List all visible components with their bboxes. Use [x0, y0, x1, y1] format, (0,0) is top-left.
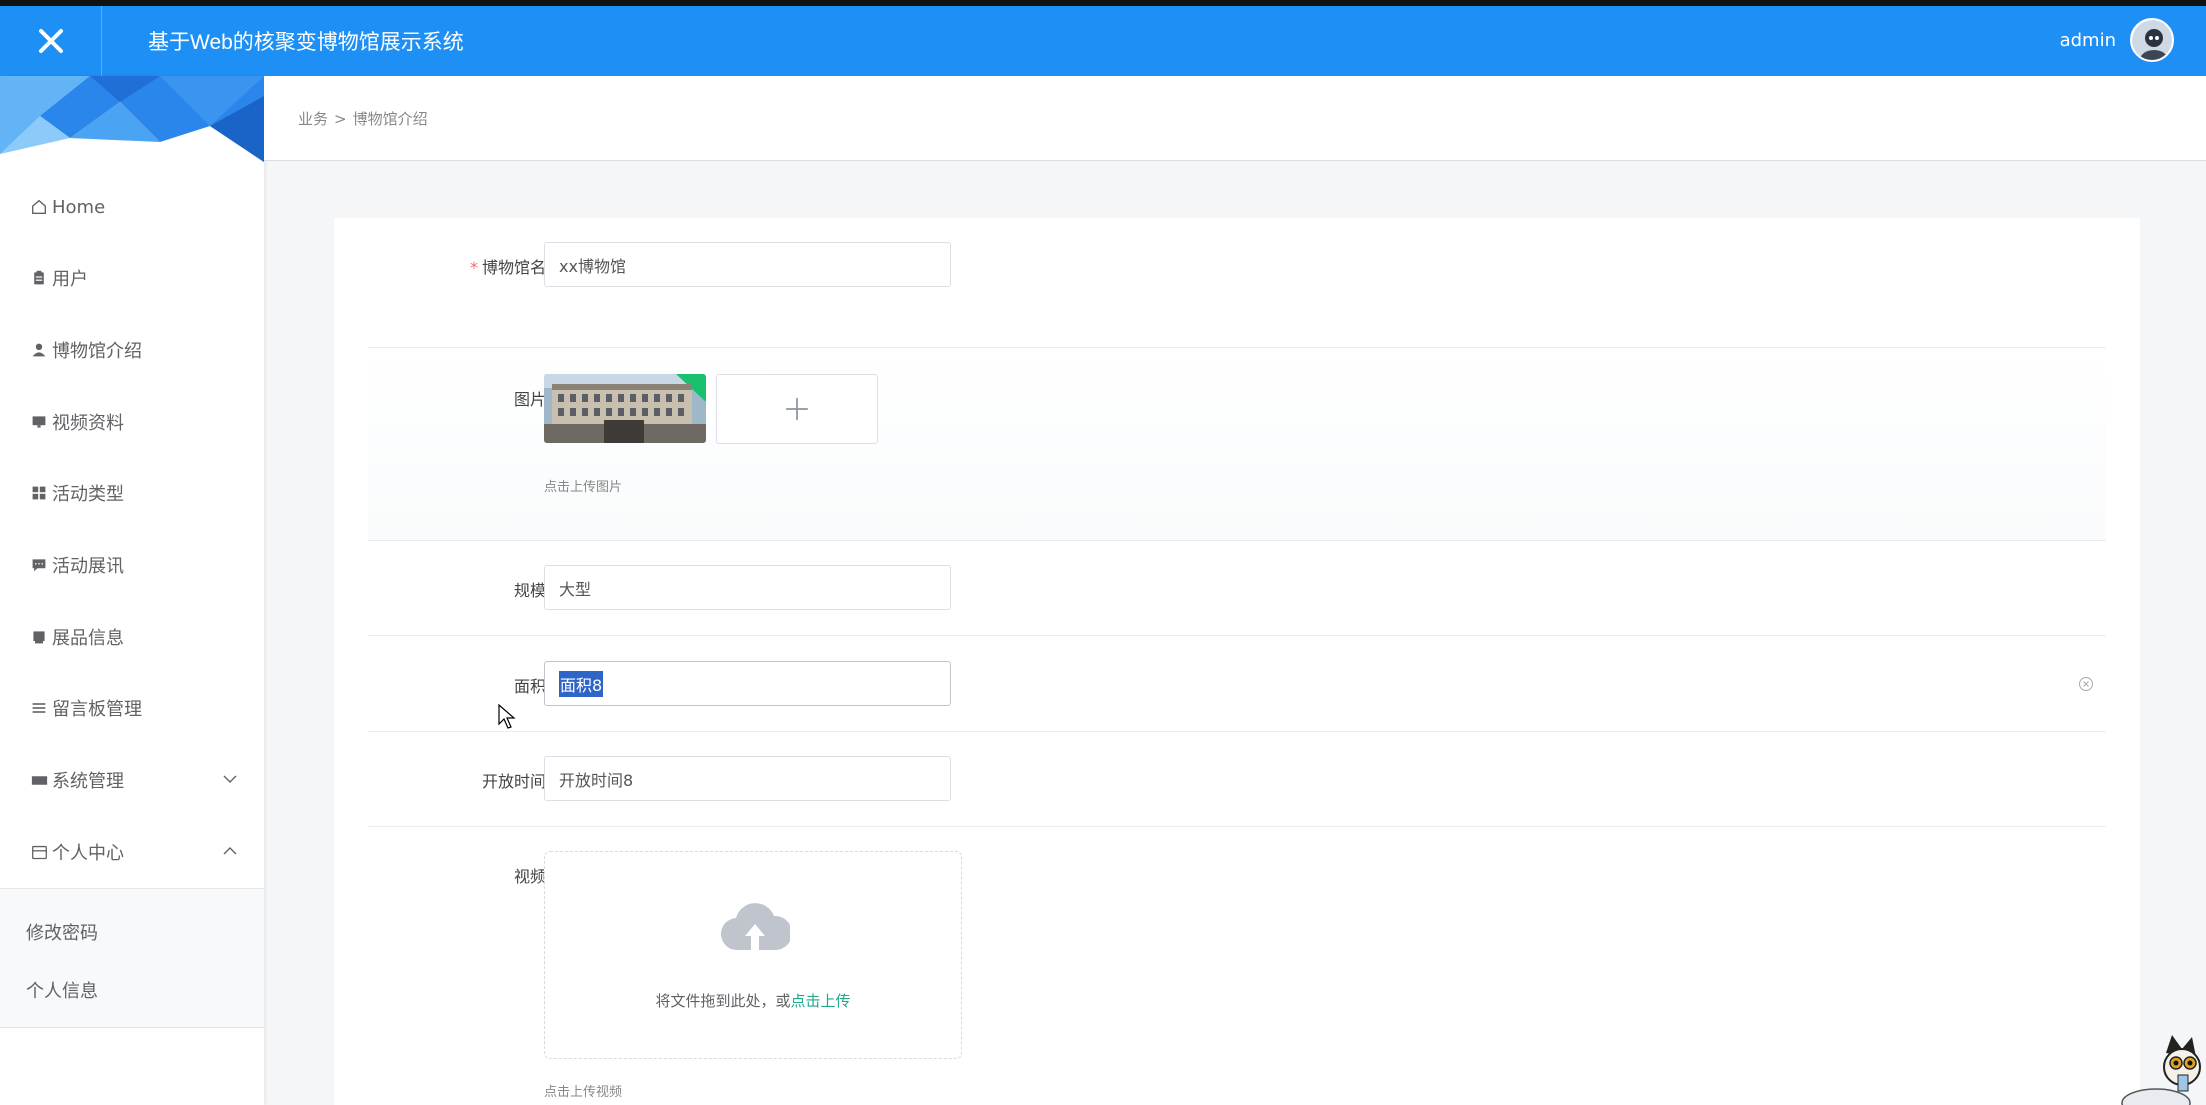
sidebar-item-label: Home: [52, 196, 106, 218]
sidebar-item-users[interactable]: 用户: [0, 250, 264, 306]
cloud-upload-icon: [721, 903, 790, 951]
video-upload-hint: 点击上传视频: [544, 1085, 623, 1100]
scale-input[interactable]: 大型: [544, 565, 951, 610]
sidebar-item-message-board[interactable]: 留言板管理: [0, 680, 264, 736]
clear-icon[interactable]: [2078, 676, 2094, 692]
user-icon: [28, 339, 50, 361]
sidebar-item-exhibits[interactable]: 展品信息: [0, 609, 264, 665]
form-card: * 博物馆名 xx博物馆 图片 点击上传图片 规模 大型 面积 面积8 开放时间…: [334, 218, 2140, 1105]
sidebar-item-label: 留言板管理: [52, 699, 142, 720]
image-label: 图片: [513, 390, 546, 409]
mouse-cursor-icon: [498, 704, 516, 729]
breadcrumb-current: 博物馆介绍: [352, 110, 428, 128]
name-label: * 博物馆名: [469, 258, 546, 277]
uploaded-image-thumbnail[interactable]: [544, 374, 706, 443]
area-label: 面积: [513, 677, 546, 696]
add-image-button[interactable]: [716, 374, 878, 444]
open-time-label: 开放时间: [481, 772, 546, 791]
sidebar-item-label: 博物馆介绍: [52, 341, 142, 362]
inbox-icon: [28, 626, 50, 648]
image-upload-hint: 点击上传图片: [544, 480, 623, 495]
sidebar-item-label: 个人中心: [52, 843, 124, 864]
plus-icon: [786, 398, 808, 420]
form-row-area: 面积 面积8: [368, 636, 2106, 732]
list-icon: [28, 697, 50, 719]
chevron-down-icon: [223, 775, 237, 783]
sidebar-item-label: 活动类型: [52, 484, 124, 505]
clipboard-icon: [28, 267, 50, 289]
sidebar-item-personal-center[interactable]: 个人中心: [0, 824, 264, 880]
sidebar-item-home[interactable]: Home: [0, 179, 264, 235]
form-row-video: 视频 将文件拖到此处，或点击上传 点击上传视频: [368, 827, 2106, 1105]
ticket-icon: [28, 769, 50, 791]
click-upload-link[interactable]: 点击上传: [791, 992, 851, 1010]
breadcrumb-bar: 业务 > 博物馆介绍: [264, 76, 2206, 161]
sidebar-item-label: 活动展讯: [52, 556, 124, 577]
close-icon: [38, 29, 63, 53]
grid-icon: [28, 482, 50, 504]
scale-label: 规模: [513, 581, 546, 600]
home-icon: [28, 196, 50, 218]
sidebar-banner: [0, 76, 264, 162]
video-upload-dropzone[interactable]: 将文件拖到此处，或点击上传: [544, 851, 962, 1059]
sidebar-item-label: 展品信息: [52, 628, 124, 649]
required-asterisk: *: [469, 258, 478, 277]
mascot-decoration: [2116, 1031, 2206, 1105]
monitor-icon: [28, 411, 50, 433]
breadcrumb-parent[interactable]: 业务: [298, 110, 328, 128]
form-row-scale: 规模 大型: [368, 541, 2106, 636]
sidebar-item-activity-news[interactable]: 活动展讯: [0, 537, 264, 593]
form-row-name: * 博物馆名 xx博物馆: [368, 242, 2106, 348]
breadcrumb: 业务 > 博物馆介绍: [298, 108, 428, 129]
submenu-personal-info[interactable]: 个人信息: [26, 977, 98, 1003]
open-time-input[interactable]: 开放时间8: [544, 756, 951, 801]
top-bar: 基于Web的核聚变博物馆展示系统 admin: [0, 0, 2206, 76]
museum-name-input[interactable]: xx博物馆: [544, 242, 951, 287]
sidebar-item-activity-types[interactable]: 活动类型: [0, 465, 264, 521]
form-row-image: 图片 点击上传图片: [368, 348, 2106, 541]
breadcrumb-separator: >: [334, 110, 347, 128]
wallet-icon: [28, 841, 50, 863]
app-title: 基于Web的核聚变博物馆展示系统: [148, 31, 464, 54]
area-input[interactable]: 面积8: [544, 661, 951, 706]
chevron-up-icon: [223, 847, 237, 855]
personal-center-submenu: 修改密码 个人信息: [0, 888, 264, 1028]
sidebar-item-label: 系统管理: [52, 771, 124, 792]
collapse-menu-button[interactable]: [0, 6, 102, 76]
form-row-open-time: 开放时间 开放时间8: [368, 732, 2106, 827]
submenu-change-password[interactable]: 修改密码: [26, 919, 98, 945]
dropzone-text: 将文件拖到此处，或点击上传: [655, 992, 851, 1010]
avatar[interactable]: [2130, 18, 2174, 62]
video-label: 视频: [513, 867, 546, 886]
chat-icon: [28, 554, 50, 576]
sidebar: Home 用户 博物馆介绍 视频资料 活动类型 活动展讯 展品信息 留言板管理 …: [0, 76, 264, 1105]
sidebar-item-system-management[interactable]: 系统管理: [0, 752, 264, 808]
username[interactable]: admin: [2060, 30, 2116, 51]
sidebar-item-videos[interactable]: 视频资料: [0, 394, 264, 450]
sidebar-item-label: 用户: [52, 269, 88, 290]
sidebar-item-museum-intro[interactable]: 博物馆介绍: [0, 322, 264, 378]
sidebar-item-label: 视频资料: [52, 413, 124, 434]
